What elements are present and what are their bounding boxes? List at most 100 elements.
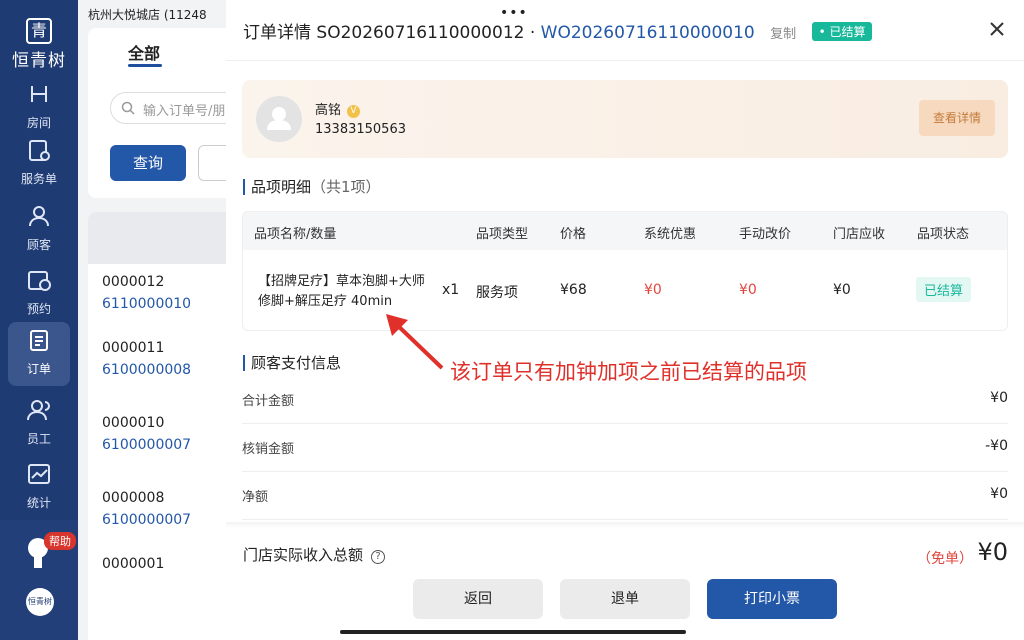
list-item[interactable]: 0000001 — [102, 556, 164, 572]
row-value: ¥0 — [990, 390, 1008, 406]
tab-underline — [128, 64, 162, 67]
net-amount-row: 净额 ¥0 — [242, 472, 1008, 520]
item-name: 【招牌足疗】草本泡脚+大师修脚+解压足疗 40min — [258, 274, 425, 309]
row-label: 核销金额 — [242, 442, 295, 457]
list-item[interactable]: 0000010 6100000007 — [102, 415, 191, 453]
annotation-arrow-icon — [386, 314, 444, 370]
calendar-clock-icon — [28, 271, 51, 291]
close-icon[interactable] — [988, 20, 1006, 38]
clipboard-user-icon — [29, 140, 50, 161]
app-logo: 青 恒青树 — [0, 18, 78, 71]
customer-phone: 13383150563 — [315, 122, 406, 137]
title-label: 订单详情 — [243, 23, 311, 43]
print-receipt-button[interactable]: 打印小票 — [707, 579, 837, 619]
order-list-icon — [30, 330, 48, 351]
section-title: 品项明细 — [251, 178, 312, 196]
work-no: 6110000010 — [102, 296, 192, 312]
col-manual-price: 手动改价 — [739, 227, 792, 242]
wo-number[interactable]: WO20260716110000010 — [541, 23, 755, 43]
items-section-title: 品项明细（共1项） — [243, 179, 381, 195]
vip-icon: V — [347, 105, 361, 118]
col-price: 价格 — [560, 227, 587, 242]
left-nav: 青 恒青树 房间 服务单 顾客 预约 订单 员工 统计 帮助 恒青树 — [0, 0, 78, 640]
customer-name: 高铭 V — [315, 99, 361, 118]
refund-button[interactable]: 退单 — [560, 579, 690, 619]
status-badge: • 已结算 — [811, 22, 873, 41]
work-no: 6100000007 — [102, 512, 192, 528]
nav-item-orders[interactable]: 订单 — [8, 322, 70, 386]
nav-item-stats[interactable]: 统计 — [8, 456, 70, 520]
nav-label: 统计 — [26, 496, 51, 510]
nav-item-appointments[interactable]: 预约 — [8, 262, 70, 326]
item-sys-discount: ¥0 — [644, 282, 662, 298]
tab-all[interactable]: 全部 — [128, 40, 160, 64]
search-placeholder: 输入订单号/朋 — [143, 104, 226, 119]
row-label: 合计金额 — [242, 394, 295, 409]
item-qty: x1 — [442, 282, 460, 298]
user-icon — [29, 206, 49, 227]
nav-item-rooms[interactable]: 房间 — [8, 76, 70, 140]
col-sys-discount: 系统优惠 — [644, 227, 697, 242]
item-receivable: ¥0 — [833, 282, 851, 298]
store-logo-icon: 恒青树 — [26, 588, 54, 616]
logo-text: 恒青树 — [12, 51, 66, 71]
order-no: 0000010 — [102, 415, 165, 431]
row-label: 净额 — [242, 490, 269, 505]
customer-card — [242, 80, 1008, 158]
order-detail-drawer: ••• 订单详情 SO20260716110000012 · WO2026071… — [226, 0, 1024, 640]
section-title: 顾客支付信息 — [251, 354, 342, 372]
item-count: （共1项） — [311, 178, 381, 196]
work-no: 6100000008 — [102, 362, 192, 378]
help-badge[interactable]: 帮助 — [44, 532, 76, 550]
order-no: 0000011 — [102, 340, 165, 356]
avatar-icon — [267, 107, 291, 130]
work-no: 6100000007 — [102, 437, 192, 453]
nav-item-service-orders[interactable]: 服务单 — [8, 132, 70, 196]
annotation-text: 该订单只有加钟加项之前已结算的品项 — [450, 360, 807, 384]
query-button[interactable]: 查询 — [110, 145, 186, 181]
total-label-text: 门店实际收入总额 — [243, 546, 364, 564]
nav-label: 订单 — [26, 362, 51, 376]
logo-mark: 青 — [26, 18, 52, 44]
order-no: 0000001 — [102, 556, 165, 572]
nav-item-customers[interactable]: 顾客 — [8, 198, 70, 262]
copy-button[interactable]: 复制 — [770, 27, 796, 42]
chart-icon — [28, 464, 50, 484]
items-table: 品项名称/数量 品项类型 价格 系统优惠 手动改价 门店应收 品项状态 【招牌足… — [242, 211, 1008, 331]
home-indicator — [340, 630, 686, 634]
store-income-value: ¥0 — [977, 538, 1008, 566]
payment-section-title: 顾客支付信息 — [243, 355, 341, 371]
so-number: SO20260716110000012 — [316, 23, 525, 43]
list-item[interactable]: 0000012 6110000010 — [102, 274, 191, 312]
drawer-title: 订单详情 SO20260716110000012 · WO20260716110… — [243, 18, 873, 43]
store-income-label: 门店实际收入总额? — [243, 544, 386, 565]
store-name: 杭州大悦城店 (11248 — [88, 8, 207, 22]
list-item[interactable]: 0000011 6100000008 — [102, 340, 191, 378]
col-type: 品项类型 — [476, 227, 529, 242]
nav-item-staff[interactable]: 员工 — [8, 392, 70, 456]
footer-divider — [226, 522, 1024, 528]
col-name: 品项名称/数量 — [254, 227, 337, 242]
col-status: 品项状态 — [917, 227, 970, 242]
order-no: 0000008 — [102, 490, 165, 506]
nav-label: 房间 — [26, 116, 51, 130]
search-icon — [121, 101, 135, 115]
table-row[interactable]: 【招牌足疗】草本泡脚+大师修脚+解压足疗 40min x1 服务项 ¥68 ¥0… — [243, 250, 1007, 330]
view-details-button[interactable]: 查看详情 — [919, 100, 995, 136]
nav-label: 顾客 — [26, 238, 51, 252]
help-area[interactable]: 帮助 恒青树 — [0, 520, 78, 640]
item-type: 服务项 — [476, 285, 518, 301]
avatar — [256, 96, 302, 142]
customer-name-text: 高铭 — [315, 103, 342, 118]
room-icon — [31, 86, 47, 102]
back-button[interactable]: 返回 — [413, 579, 543, 619]
list-item[interactable]: 0000008 6100000007 — [102, 490, 191, 528]
divider — [226, 60, 1024, 61]
help-circle-icon[interactable]: ? — [371, 550, 386, 564]
row-value: ¥0 — [990, 486, 1008, 502]
table-header: 品项名称/数量 品项类型 价格 系统优惠 手动改价 门店应收 品项状态 — [243, 212, 1007, 250]
separator: · — [529, 23, 536, 43]
item-status-badge: 已结算 — [916, 277, 972, 302]
nav-label: 服务单 — [20, 172, 57, 186]
free-order-tag: （免单） — [917, 551, 973, 567]
